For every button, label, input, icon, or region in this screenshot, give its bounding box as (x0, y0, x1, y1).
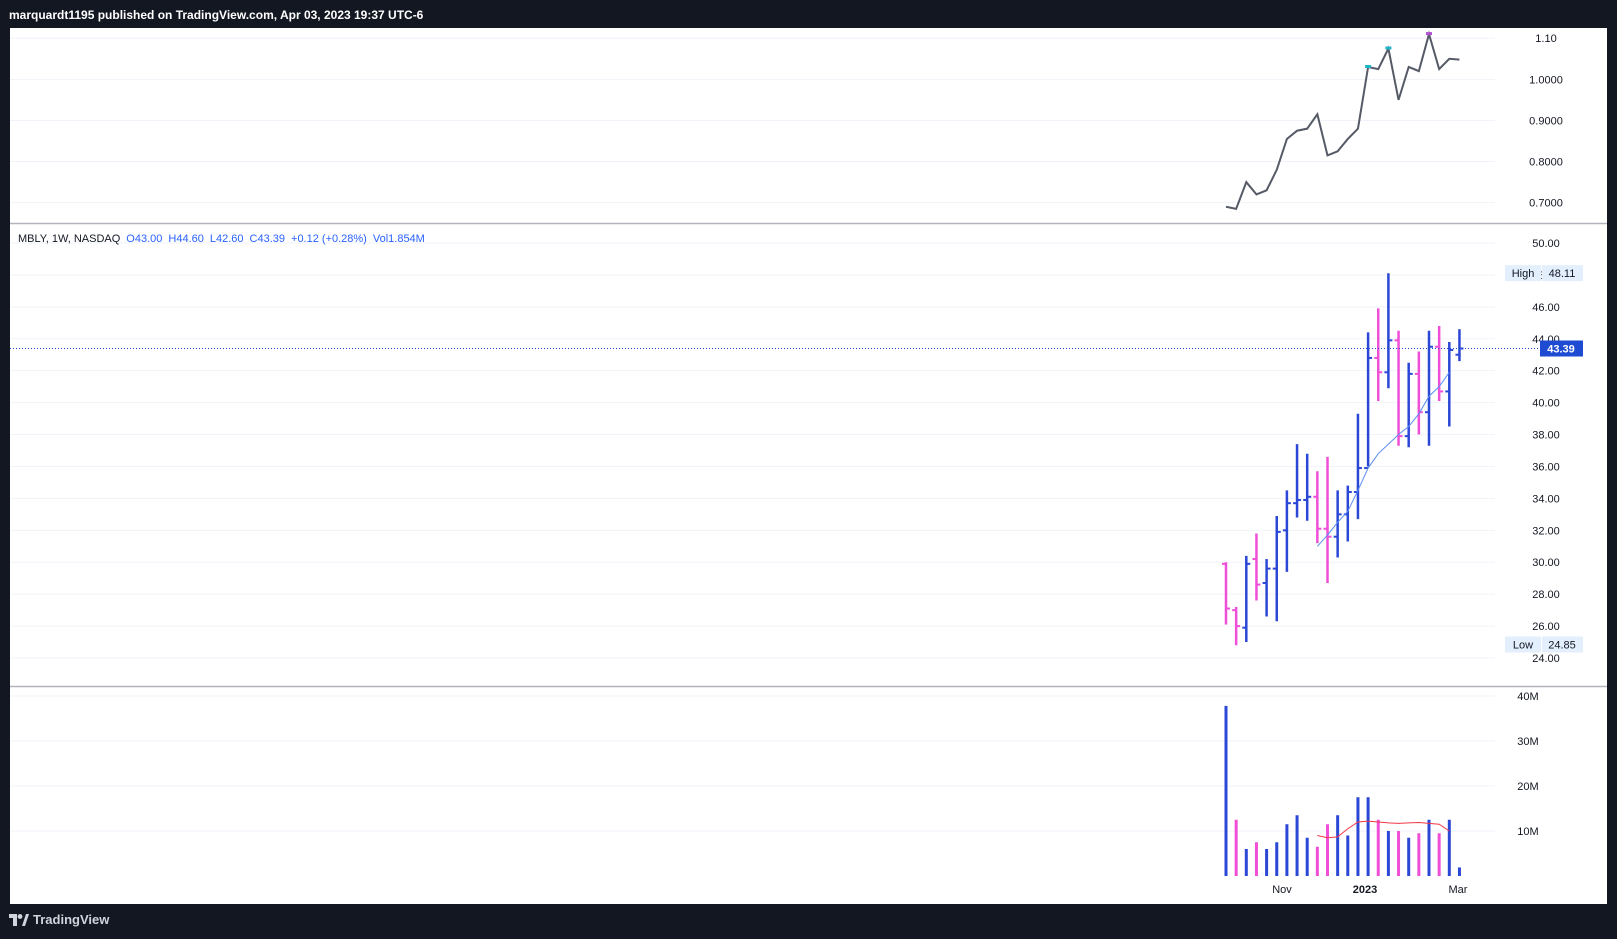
brand-name: TradingView (33, 912, 110, 927)
volume-bar (1275, 842, 1279, 876)
legend-low: L42.60 (209, 233, 244, 245)
volume-bar (1346, 835, 1350, 876)
price-tick-label: 40.00 (1532, 398, 1560, 410)
price-tick-label: 32.00 (1532, 525, 1560, 537)
volume-bar (1315, 846, 1319, 876)
ratio-tick-label: 1.0000 (1529, 74, 1563, 86)
volume-bar (1224, 705, 1228, 876)
legend-change: +0.12 (+0.28%) (291, 233, 367, 245)
price-tick-label: 42.00 (1532, 366, 1560, 378)
volume-bar (1356, 797, 1360, 876)
time-tick-label: Mar (1449, 884, 1468, 896)
pivot-marker (1385, 46, 1392, 50)
volume-bar (1397, 831, 1401, 876)
volume-bar (1326, 824, 1329, 876)
volume-bar (1447, 819, 1451, 876)
low-label: Low (1513, 639, 1533, 651)
legend-symbol: MBLY, 1W, NASDAQ (18, 233, 121, 245)
volume-bar (1437, 833, 1441, 876)
volume-bar (1386, 831, 1390, 876)
price-tick-label: 38.00 (1532, 430, 1560, 442)
chart-canvas[interactable]: 1.101.00000.90000.80000.700050.0048.0046… (0, 0, 1617, 939)
volume-bar (1336, 815, 1340, 876)
volume-bar (1254, 842, 1258, 876)
low-value: 24.85 (1548, 639, 1576, 651)
price-tick-label: 46.00 (1532, 302, 1560, 314)
price-tick-label: 28.00 (1532, 589, 1560, 601)
time-axis[interactable]: Nov 2023 Mar (1272, 884, 1468, 896)
volume-bar (1234, 819, 1238, 876)
volume-pane[interactable] (1224, 705, 1461, 876)
tradingview-logo[interactable]: TradingView (9, 912, 109, 927)
price-tick-label: 50.00 (1532, 238, 1560, 250)
price-axis[interactable]: 1.101.00000.90000.80000.700050.0048.0046… (1505, 33, 1583, 838)
high-value: 48.11 (1549, 268, 1576, 280)
volume-bar (1457, 867, 1461, 876)
legend-high: H44.60 (168, 233, 204, 245)
price-pane[interactable] (10, 273, 1540, 646)
volume-bar (1265, 849, 1269, 876)
volume-bar (1417, 833, 1421, 876)
symbol-legend[interactable]: MBLY, 1W, NASDAQ O43.00 H44.60 L42.60 C4… (18, 233, 425, 245)
pivot-marker (1426, 32, 1432, 36)
time-tick-label: 2023 (1353, 884, 1377, 896)
price-tick-label: 30.00 (1532, 557, 1560, 569)
ratio-line (1225, 30, 1460, 210)
price-tick-label: 24.00 (1532, 653, 1560, 665)
ratio-tick-label: 0.8000 (1529, 157, 1563, 169)
high-label: High (1512, 268, 1535, 280)
volume-bar (1305, 837, 1309, 876)
volume-bar (1295, 815, 1299, 876)
last-price-label: 43.39 (1547, 343, 1575, 355)
volume-bar (1285, 824, 1289, 876)
volume-tick-label: 40M (1517, 691, 1538, 703)
price-tick-label: 26.00 (1532, 621, 1560, 633)
pivot-marker (1365, 65, 1372, 68)
volume-bar (1366, 797, 1370, 876)
volume-bar (1427, 819, 1431, 876)
price-tick-label: 34.00 (1532, 493, 1560, 505)
legend-open: O43.00 (126, 233, 163, 245)
ratio-tick-label: 0.9000 (1529, 115, 1563, 127)
volume-tick-label: 30M (1517, 736, 1538, 748)
ratio-tick-label: 1.10 (1535, 33, 1556, 45)
volume-tick-label: 20M (1517, 781, 1538, 793)
price-tick-label: 36.00 (1532, 461, 1560, 473)
legend-volume: Vol1.854M (372, 233, 425, 245)
volume-bar (1407, 837, 1411, 876)
volume-bar (1244, 849, 1248, 876)
grid-lines (10, 37, 1495, 832)
volume-bar (1376, 819, 1380, 876)
tradingview-icon (9, 913, 29, 926)
ratio-tick-label: 0.7000 (1529, 198, 1563, 210)
legend-close: C43.39 (249, 233, 286, 245)
volume-tick-label: 10M (1517, 826, 1538, 838)
time-tick-label: Nov (1272, 884, 1292, 896)
